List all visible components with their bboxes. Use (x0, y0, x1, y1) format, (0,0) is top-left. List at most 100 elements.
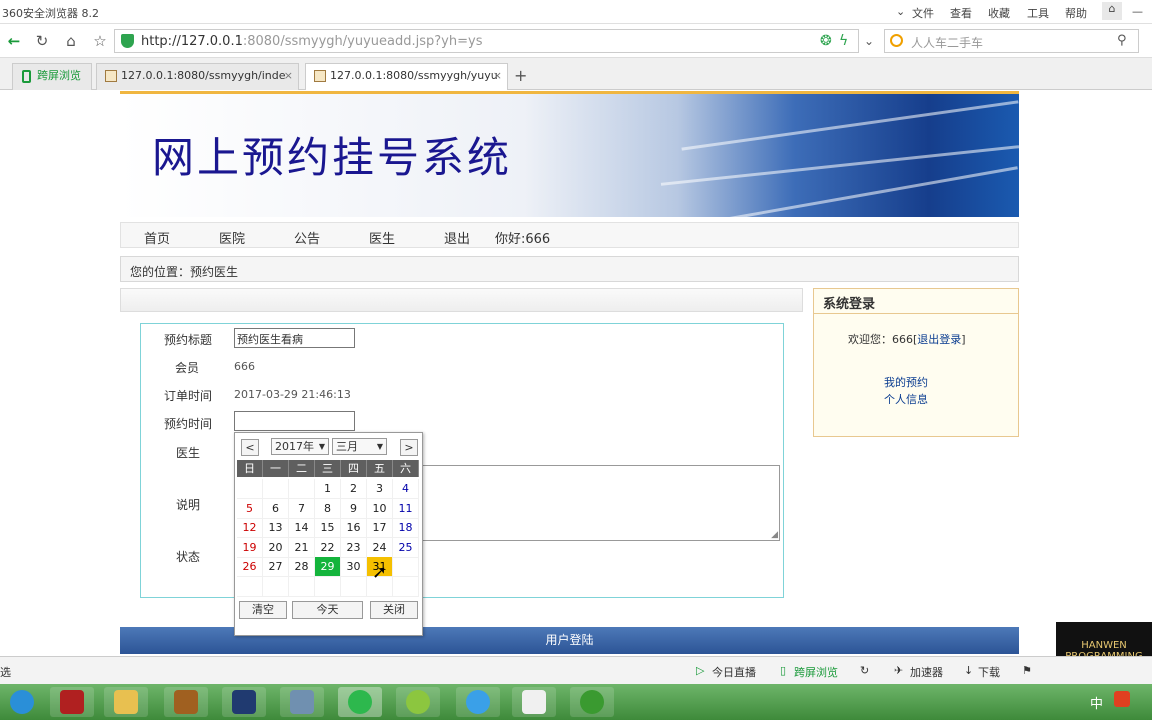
menu-back-icon[interactable]: ⌄ (896, 5, 905, 18)
calendar-day[interactable]: 30 (341, 557, 367, 577)
calendar-day[interactable]: 29 (315, 557, 341, 577)
calendar-day[interactable]: 7 (289, 498, 315, 519)
lightning-icon[interactable]: ϟ (839, 33, 848, 49)
explorer-app-icon[interactable] (104, 687, 148, 717)
menu-view[interactable]: 查看 (950, 5, 972, 21)
logout-link[interactable]: 退出登录 (917, 333, 961, 346)
live-icon[interactable]: ▷ (696, 664, 704, 677)
star-icon[interactable]: ☆ (89, 30, 111, 52)
next-month-button[interactable]: > (400, 439, 418, 456)
month-select[interactable]: 三月 ▼ (332, 438, 387, 455)
calendar-day[interactable]: 25 (393, 537, 419, 558)
search-box[interactable]: 人人车二手车 ⚲ (884, 29, 1139, 53)
menu-file[interactable]: 文件 (912, 5, 934, 21)
speed-icon[interactable]: ❂ (820, 33, 832, 49)
ie-app-icon[interactable] (456, 687, 500, 717)
tab-label: 127.0.0.1:8080/ssmyygh/yuyu (330, 69, 498, 82)
home-icon[interactable]: ⌂ (60, 30, 82, 52)
close-button[interactable]: 关闭 (370, 601, 418, 619)
browser360-app-icon[interactable] (338, 687, 382, 717)
calendar-day[interactable]: 14 (289, 518, 315, 538)
flag-icon[interactable]: ⚑ (1022, 664, 1032, 677)
ime-indicator[interactable]: 中 (1090, 693, 1103, 712)
prev-month-button[interactable]: < (241, 439, 259, 456)
tab-index[interactable]: 127.0.0.1:8080/ssmyygh/inde × (96, 63, 299, 90)
calendar-day[interactable]: 28 (289, 557, 315, 577)
book-app-icon[interactable] (164, 687, 208, 717)
nav-doctor[interactable]: 医生 (369, 228, 395, 247)
ie-start-icon[interactable] (0, 687, 44, 717)
tab-cross-screen[interactable]: 跨屏浏览 (12, 63, 92, 90)
status-live[interactable]: 今日直播 (712, 664, 756, 680)
skin-icon[interactable]: ⌂ (1102, 2, 1122, 20)
sogou-tray-icon[interactable] (1114, 691, 1130, 707)
calendar-day[interactable]: 1 (315, 479, 341, 499)
calendar-day[interactable]: 3 (367, 479, 393, 499)
address-bar[interactable]: http://127.0.0.1:8080/ssmyygh/yuyueadd.j… (114, 29, 859, 53)
calendar-day[interactable]: 19 (237, 537, 263, 558)
menu-tools[interactable]: 工具 (1027, 5, 1049, 21)
year-select[interactable]: 2017年 ▼ (271, 438, 329, 455)
dropdown-chevron-icon[interactable]: ⌄ (864, 34, 874, 48)
close-tab-icon[interactable]: × (284, 64, 293, 88)
java-app-icon[interactable] (512, 687, 556, 717)
phone-icon[interactable]: ▯ (780, 664, 786, 677)
network-app-icon[interactable] (280, 687, 324, 717)
my-reservations-link[interactable]: 我的预约 (884, 374, 928, 390)
paw-app-icon[interactable] (570, 687, 614, 717)
notebook-app-icon[interactable] (50, 687, 94, 717)
calendar-day[interactable]: 8 (315, 498, 341, 519)
calendar-day[interactable]: 24 (367, 537, 393, 558)
calendar-day[interactable]: 20 (263, 537, 289, 558)
green-app-icon[interactable] (396, 687, 440, 717)
menu-help[interactable]: 帮助 (1065, 5, 1087, 21)
new-tab-icon[interactable]: + (514, 66, 527, 85)
calendar-day[interactable]: 13 (263, 518, 289, 538)
nav-hospital[interactable]: 医院 (219, 228, 245, 247)
calendar-day[interactable]: 4 (393, 479, 419, 499)
label-doctor: 医生 (176, 446, 201, 460)
menu-favorites[interactable]: 收藏 (988, 5, 1010, 21)
rocket-icon[interactable]: ✈ (894, 664, 903, 677)
calendar-day[interactable]: 5 (237, 498, 263, 519)
minimize-icon[interactable]: — (1132, 5, 1143, 18)
calendar-day[interactable]: 10 (367, 498, 393, 519)
tab-yuyueadd[interactable]: 127.0.0.1:8080/ssmyygh/yuyu × (305, 63, 508, 90)
calendar-day[interactable]: 11 (393, 498, 419, 519)
back-arrow-icon[interactable]: ← (3, 30, 25, 52)
status-cross-screen[interactable]: 跨屏浏览 (794, 664, 838, 680)
calendar-day[interactable]: 21 (289, 537, 315, 558)
calendar-day[interactable]: 15 (315, 518, 341, 538)
today-button[interactable]: 今天 (292, 601, 363, 619)
calendar-day[interactable]: 27 (263, 557, 289, 577)
title-input[interactable]: 预约医生看病 (234, 328, 355, 348)
status-accelerator[interactable]: 加速器 (910, 664, 943, 680)
main-nav: 首页 医院 公告 医生 退出 你好:666 (120, 222, 1019, 248)
search-icon[interactable]: ⚲ (1117, 33, 1127, 48)
calendar-day[interactable]: 12 (237, 518, 263, 538)
year-value: 2017年 (275, 440, 314, 453)
calendar-day[interactable]: 22 (315, 537, 341, 558)
download-icon[interactable]: ↓ (964, 664, 973, 677)
calendar-day[interactable]: 2 (341, 479, 367, 499)
refresh-icon[interactable]: ↻ (860, 664, 869, 677)
calendar-day[interactable]: 16 (341, 518, 367, 538)
nav-notice[interactable]: 公告 (294, 228, 320, 247)
nav-logout[interactable]: 退出 (444, 228, 470, 247)
close-tab-icon[interactable]: × (493, 64, 502, 88)
refresh-icon[interactable]: ↻ (31, 30, 53, 52)
calendar-day[interactable]: 18 (393, 518, 419, 538)
calendar-day[interactable]: 17 (367, 518, 393, 538)
calendar-day[interactable]: 9 (341, 498, 367, 519)
status-download[interactable]: 下载 (978, 664, 1000, 680)
calendar-day[interactable]: 26 (237, 557, 263, 577)
reserve-time-input[interactable] (234, 411, 355, 431)
calendar-day[interactable]: 6 (263, 498, 289, 519)
nav-home[interactable]: 首页 (144, 228, 170, 247)
eclipse-app-icon[interactable] (222, 687, 266, 717)
browser-app-title: 360安全浏览器 8.2 (2, 7, 99, 20)
clear-button[interactable]: 清空 (239, 601, 287, 619)
calendar-day[interactable]: 23 (341, 537, 367, 558)
profile-link[interactable]: 个人信息 (884, 391, 928, 407)
resize-handle-icon[interactable]: ◢ (771, 530, 778, 540)
